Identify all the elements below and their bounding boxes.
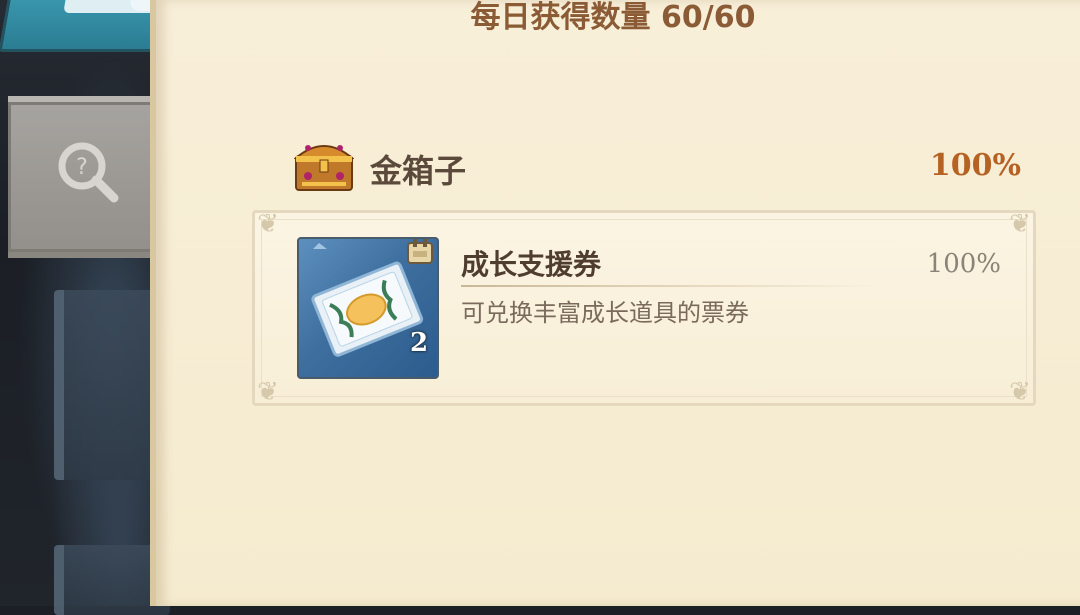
- category-rate: 100%: [929, 148, 1021, 183]
- menu-tab-icon: [63, 0, 163, 13]
- svg-text:?: ?: [76, 155, 88, 180]
- item-name: 成长支援券: [461, 248, 602, 281]
- item-count: 2: [410, 328, 429, 358]
- item-rate: 100%: [926, 249, 1001, 279]
- search-magnifier-icon: ?: [48, 132, 128, 212]
- reward-item-card[interactable]: ❦ ❦ ❦ ❦ 2 成长支援券 100% 可兑换丰富成长道具的票券: [252, 209, 1036, 407]
- reward-category-row: 金箱子 100%: [286, 128, 1021, 198]
- corner-ornament-icon: ❦: [1009, 377, 1031, 407]
- item-description: 可兑换丰富成长道具的票券: [461, 299, 749, 327]
- side-tab-search[interactable]: ?: [8, 96, 160, 258]
- corner-ornament-icon: ❦: [257, 209, 279, 239]
- gold-chest-icon: [293, 134, 355, 192]
- daily-limit-label: 每日获得数量 60/60: [470, 0, 756, 35]
- corner-ornament-icon: ❦: [1009, 209, 1031, 239]
- category-name: 金箱子: [370, 152, 467, 190]
- reward-panel: 每日获得数量 60/60 金箱子 100% ❦ ❦ ❦ ❦ 2 成长支援券 10…: [150, 0, 1080, 606]
- corner-ornament-icon: ❦: [257, 377, 279, 407]
- side-nav: ?: [0, 0, 204, 615]
- item-divider: [461, 285, 881, 287]
- ticket-badge-icon: [405, 237, 435, 267]
